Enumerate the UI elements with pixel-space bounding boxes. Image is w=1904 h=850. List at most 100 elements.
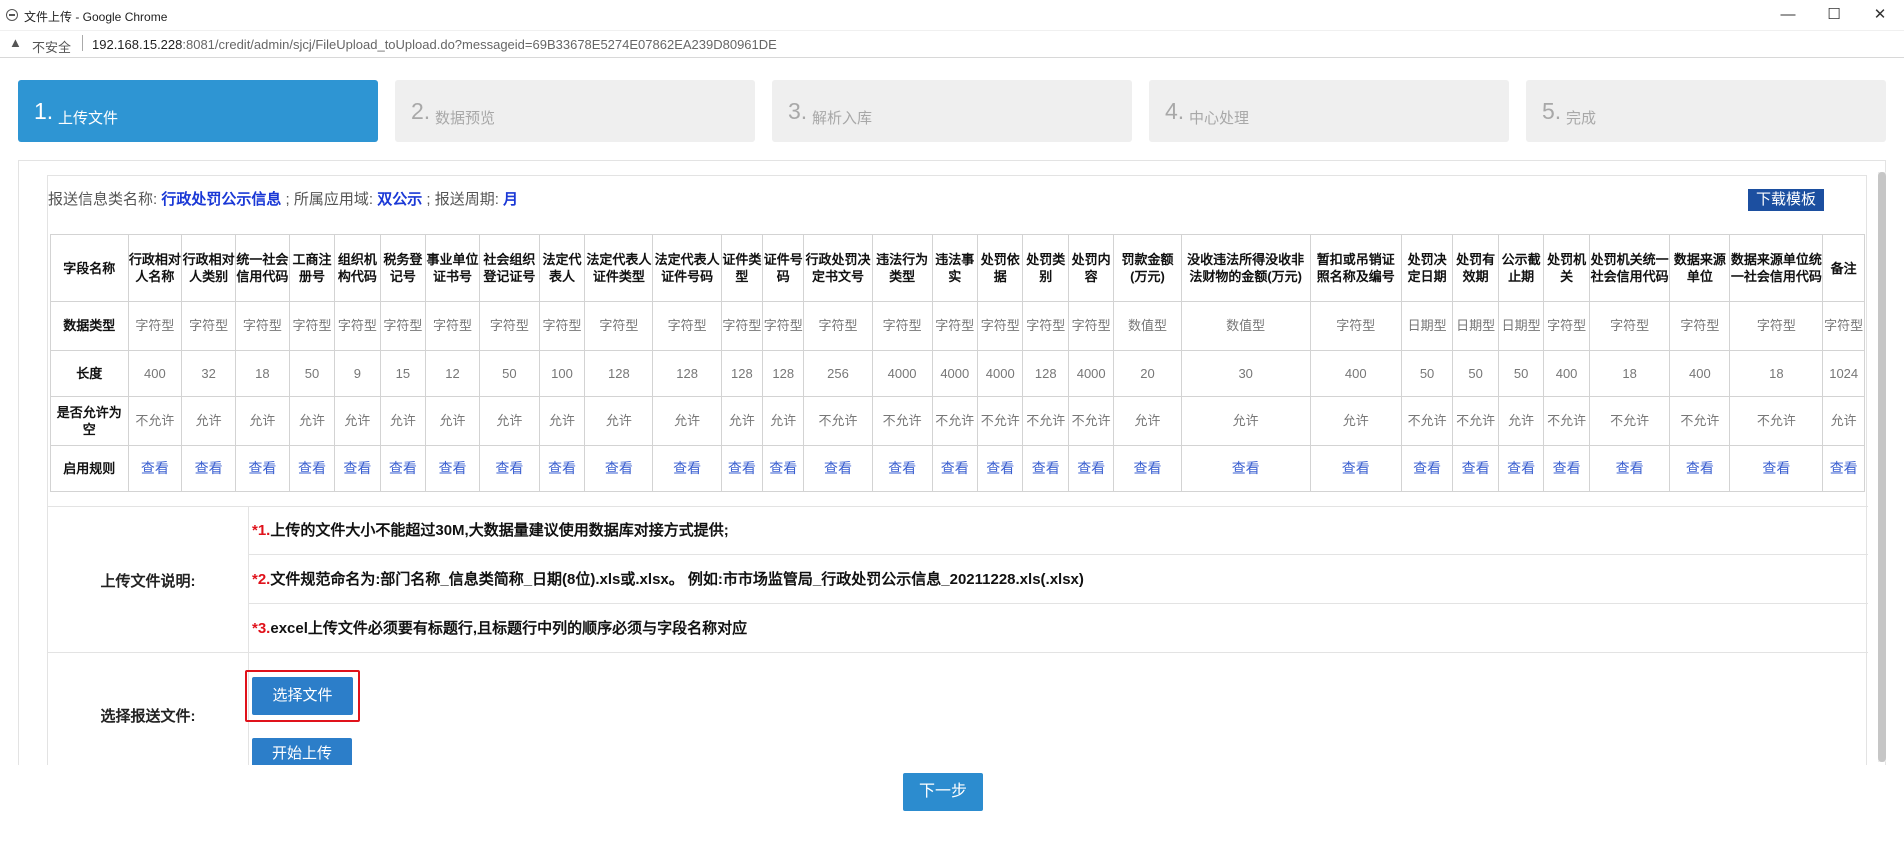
view-rule-link[interactable]: 查看 <box>288 444 336 493</box>
upload-form: 报送信息类名称: 行政处罚公示信息 ; 所属应用域: 双公示 ; 报送周期: 月… <box>47 175 1868 765</box>
view-rule-link[interactable]: 查看 <box>1452 444 1499 493</box>
view-rule-link[interactable]: 查看 <box>720 444 764 493</box>
view-rule-link[interactable]: 查看 <box>538 444 586 493</box>
row-header: 启用规则 <box>50 444 129 493</box>
length-cell: 18 <box>1588 349 1671 398</box>
field-name-cell: 处罚决定日期 <box>1400 233 1454 303</box>
scrollbar[interactable] <box>1878 172 1886 762</box>
minimize-button[interactable]: — <box>1768 4 1808 26</box>
length-cell: 30 <box>1180 349 1311 398</box>
field-name-cell: 行政相对人类别 <box>181 233 236 303</box>
view-rule-link[interactable]: 查看 <box>181 444 236 493</box>
field-name-cell: 证件类型 <box>720 233 764 303</box>
view-rule-link[interactable]: 查看 <box>1669 444 1731 493</box>
field-name-cell: 数据来源单位统一社会信用代码 <box>1729 233 1824 303</box>
scrollbar-thumb[interactable] <box>1878 172 1886 762</box>
field-name-cell: 组织机构代码 <box>334 233 381 303</box>
view-rule-link[interactable]: 查看 <box>127 444 183 493</box>
field-name-cell: 证件号码 <box>762 233 805 303</box>
step-3[interactable]: 3. 解析入库 <box>772 80 1132 142</box>
field-name-cell: 备注 <box>1822 233 1865 303</box>
view-rule-link[interactable]: 查看 <box>1497 444 1545 493</box>
view-rule-link[interactable]: 查看 <box>425 444 480 493</box>
length-cell: 9 <box>334 349 381 398</box>
view-rule-link[interactable]: 查看 <box>1543 444 1590 493</box>
url-path: :8081/credit/admin/sjcj/FileUpload_toUpl… <box>182 37 777 52</box>
length-cell: 400 <box>1309 349 1402 398</box>
data-type-cell: 字符型 <box>931 301 979 351</box>
choose-file-label: 选择报送文件: <box>48 653 249 765</box>
step-4[interactable]: 4. 中心处理 <box>1149 80 1509 142</box>
next-step-button[interactable]: 下一步 <box>903 773 983 811</box>
view-rule-link[interactable]: 查看 <box>1400 444 1454 493</box>
length-cell: 128 <box>720 349 764 398</box>
view-rule-link[interactable]: 查看 <box>1822 444 1865 493</box>
data-type-cell: 字符型 <box>871 301 933 351</box>
view-rule-link[interactable]: 查看 <box>1180 444 1311 493</box>
view-rule-link[interactable]: 查看 <box>379 444 427 493</box>
nullable-cell: 允许 <box>478 396 540 446</box>
data-type-cell: 字符型 <box>803 301 873 351</box>
field-table: 字段名称 行政相对人名称 行政相对人类别 统一社会信用代码 工商注册号 组织机构代码 税务登… <box>50 233 1865 493</box>
view-rule-link[interactable]: 查看 <box>1729 444 1824 493</box>
maximize-button[interactable]: ☐ <box>1814 4 1854 26</box>
table-row: 是否允许为空 不允许 允许 允许 允许 允许 允许 允许 允许 允许 允许 允许 允许 允许 不允许 不允许不… <box>50 396 1865 446</box>
view-rule-link[interactable]: 查看 <box>762 444 805 493</box>
divider <box>82 35 83 51</box>
table-row: 启用规则 查看 查看 查看 查看 查看 查看 查看 查看 查看 查看 查看 查看 查看 查看 查看 查看 查看 查看… <box>50 444 1865 493</box>
line-number: *2. <box>252 571 271 588</box>
view-rule-link[interactable]: 查看 <box>652 444 722 493</box>
view-rule-link[interactable]: 查看 <box>234 444 290 493</box>
view-rule-link[interactable]: 查看 <box>1588 444 1671 493</box>
nullable-cell: 允许 <box>538 396 586 446</box>
field-name-cell: 公示截止期 <box>1497 233 1545 303</box>
line-text: excel上传文件必须要有标题行,且标题行中列的顺序必须与字段名称对应 <box>270 620 748 637</box>
data-type-cell: 字符型 <box>1822 301 1865 351</box>
field-name-cell: 处罚机关统一社会信用代码 <box>1588 233 1671 303</box>
data-type-cell: 字符型 <box>379 301 427 351</box>
download-template-button[interactable]: 下载模板 <box>1748 189 1824 211</box>
view-rule-link[interactable]: 查看 <box>1022 444 1069 493</box>
url-text[interactable]: 192.168.15.228:8081/credit/admin/sjcj/Fi… <box>92 37 777 52</box>
view-rule-link[interactable]: 查看 <box>977 444 1024 493</box>
field-name-cell: 罚款金额(万元) <box>1113 233 1182 303</box>
length-cell: 400 <box>127 349 183 398</box>
view-rule-link[interactable]: 查看 <box>334 444 381 493</box>
step-2[interactable]: 2. 数据预览 <box>395 80 755 142</box>
field-name-cell: 违法事实 <box>931 233 979 303</box>
address-bar[interactable]: ▲ 不安全 192.168.15.228:8081/credit/admin/s… <box>0 31 1904 58</box>
start-upload-button[interactable]: 开始上传 <box>252 738 352 765</box>
step-1[interactable]: 1. 上传文件 <box>18 80 378 142</box>
view-rule-link[interactable]: 查看 <box>931 444 979 493</box>
view-rule-link[interactable]: 查看 <box>1067 444 1115 493</box>
table-row: 字段名称 行政相对人名称 行政相对人类别 统一社会信用代码 工商注册号 组织机构代码 税务登… <box>50 233 1865 303</box>
length-cell: 18 <box>234 349 290 398</box>
view-rule-link[interactable]: 查看 <box>1113 444 1182 493</box>
choose-file-button[interactable]: 选择文件 <box>252 677 353 715</box>
step-number: 5. <box>1542 98 1562 124</box>
field-name-cell: 行政处罚决定书文号 <box>803 233 873 303</box>
step-number: 3. <box>788 98 808 124</box>
length-cell: 100 <box>538 349 586 398</box>
length-cell: 18 <box>1729 349 1824 398</box>
length-cell: 50 <box>1452 349 1499 398</box>
close-button[interactable]: ✕ <box>1860 4 1900 26</box>
step-5[interactable]: 5. 完成 <box>1526 80 1886 142</box>
view-rule-link[interactable]: 查看 <box>803 444 873 493</box>
nullable-cell: 允许 <box>334 396 381 446</box>
nullable-cell: 不允许 <box>871 396 933 446</box>
data-type-cell: 字符型 <box>584 301 654 351</box>
length-cell: 4000 <box>871 349 933 398</box>
length-cell: 1024 <box>1822 349 1865 398</box>
view-rule-link[interactable]: 查看 <box>871 444 933 493</box>
view-rule-link[interactable]: 查看 <box>584 444 654 493</box>
view-rule-link[interactable]: 查看 <box>478 444 540 493</box>
insecure-label: 不安全 <box>32 40 72 55</box>
data-type-cell: 字符型 <box>1022 301 1069 351</box>
nullable-cell: 不允许 <box>1022 396 1069 446</box>
field-name-cell: 数据来源单位 <box>1669 233 1731 303</box>
nullable-cell: 允许 <box>1309 396 1402 446</box>
length-cell: 400 <box>1669 349 1731 398</box>
view-rule-link[interactable]: 查看 <box>1309 444 1402 493</box>
upload-description: 上传文件说明: *1.上传的文件大小不能超过30M,大数据量建议使用数据库对接方… <box>48 506 1868 653</box>
